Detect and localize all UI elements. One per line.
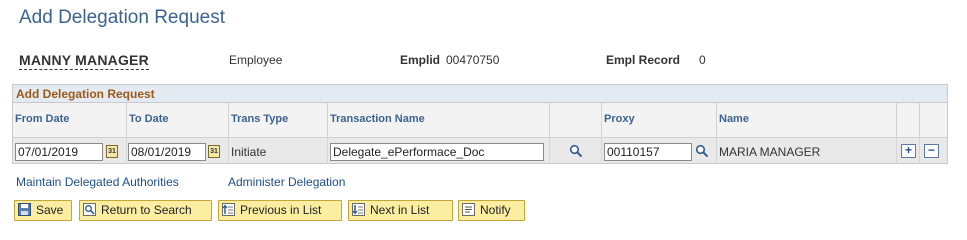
emplid-label: Emplid [400, 53, 441, 67]
cell-from-date: 31 [13, 138, 127, 164]
col-from-date: From Date [13, 103, 127, 137]
cell-transaction-lookup [550, 138, 602, 164]
cell-name: MARIA MANAGER [717, 138, 897, 164]
return-to-search-label: Return to Search [101, 203, 192, 217]
emplid-value: 00470750 [446, 53, 500, 67]
col-to-date: To Date [127, 103, 229, 137]
empl-record-value: 0 [699, 53, 706, 67]
delegation-grid: Add Delegation Request From Date To Date… [12, 84, 948, 164]
calendar-icon[interactable]: 31 [106, 145, 118, 158]
col-trans-type: Trans Type [229, 103, 328, 137]
next-in-list-button[interactable]: Next in List [348, 200, 453, 221]
col-proxy: Proxy [602, 103, 717, 137]
cell-add: + [897, 138, 920, 164]
employee-label: Employee [229, 53, 283, 67]
col-transaction-name: Transaction Name [328, 103, 550, 137]
cell-proxy [602, 138, 717, 164]
col-add [897, 103, 920, 137]
col-lookup [550, 103, 602, 137]
col-name: Name [717, 103, 897, 137]
magnifier-icon[interactable] [695, 144, 709, 158]
proxy-name-value: MARIA MANAGER [719, 145, 821, 159]
to-date-input[interactable] [128, 143, 206, 161]
trans-type-value: Initiate [231, 145, 267, 159]
empl-record-label: Empl Record [606, 53, 681, 67]
page-title: Add Delegation Request [19, 7, 225, 28]
add-row-button[interactable]: + [901, 144, 916, 158]
notify-label: Notify [480, 203, 511, 217]
transaction-name-input[interactable] [330, 143, 544, 161]
col-delete [920, 103, 947, 137]
previous-in-list-label: Previous in List [240, 203, 322, 217]
table-row: 31 31 Initiate MARIA MANAGER [13, 137, 947, 164]
administer-delegation-link[interactable]: Administer Delegation [228, 175, 345, 189]
maintain-delegated-authorities-link[interactable]: Maintain Delegated Authorities [16, 175, 179, 189]
grid-title: Add Delegation Request [13, 85, 947, 103]
from-date-input[interactable] [15, 143, 103, 161]
return-search-icon [83, 203, 96, 216]
cell-trans-type: Initiate [229, 138, 328, 164]
magnifier-icon[interactable] [569, 144, 583, 158]
save-icon [18, 203, 31, 216]
cell-delete: − [920, 138, 947, 164]
next-in-list-label: Next in List [370, 203, 430, 217]
return-to-search-button[interactable]: Return to Search [79, 200, 212, 221]
notify-icon [462, 203, 475, 216]
delete-row-button[interactable]: − [924, 144, 939, 158]
cell-transaction-name [328, 138, 550, 164]
previous-in-list-button[interactable]: Previous in List [218, 200, 342, 221]
previous-arrow-icon [222, 203, 235, 216]
cell-to-date: 31 [127, 138, 229, 164]
employee-name[interactable]: MANNY MANAGER [19, 52, 149, 70]
next-arrow-icon [352, 203, 365, 216]
save-label: Save [36, 203, 64, 217]
calendar-icon[interactable]: 31 [208, 145, 220, 158]
save-button[interactable]: Save [14, 200, 72, 221]
notify-button[interactable]: Notify [458, 200, 525, 221]
proxy-input[interactable] [604, 143, 692, 161]
